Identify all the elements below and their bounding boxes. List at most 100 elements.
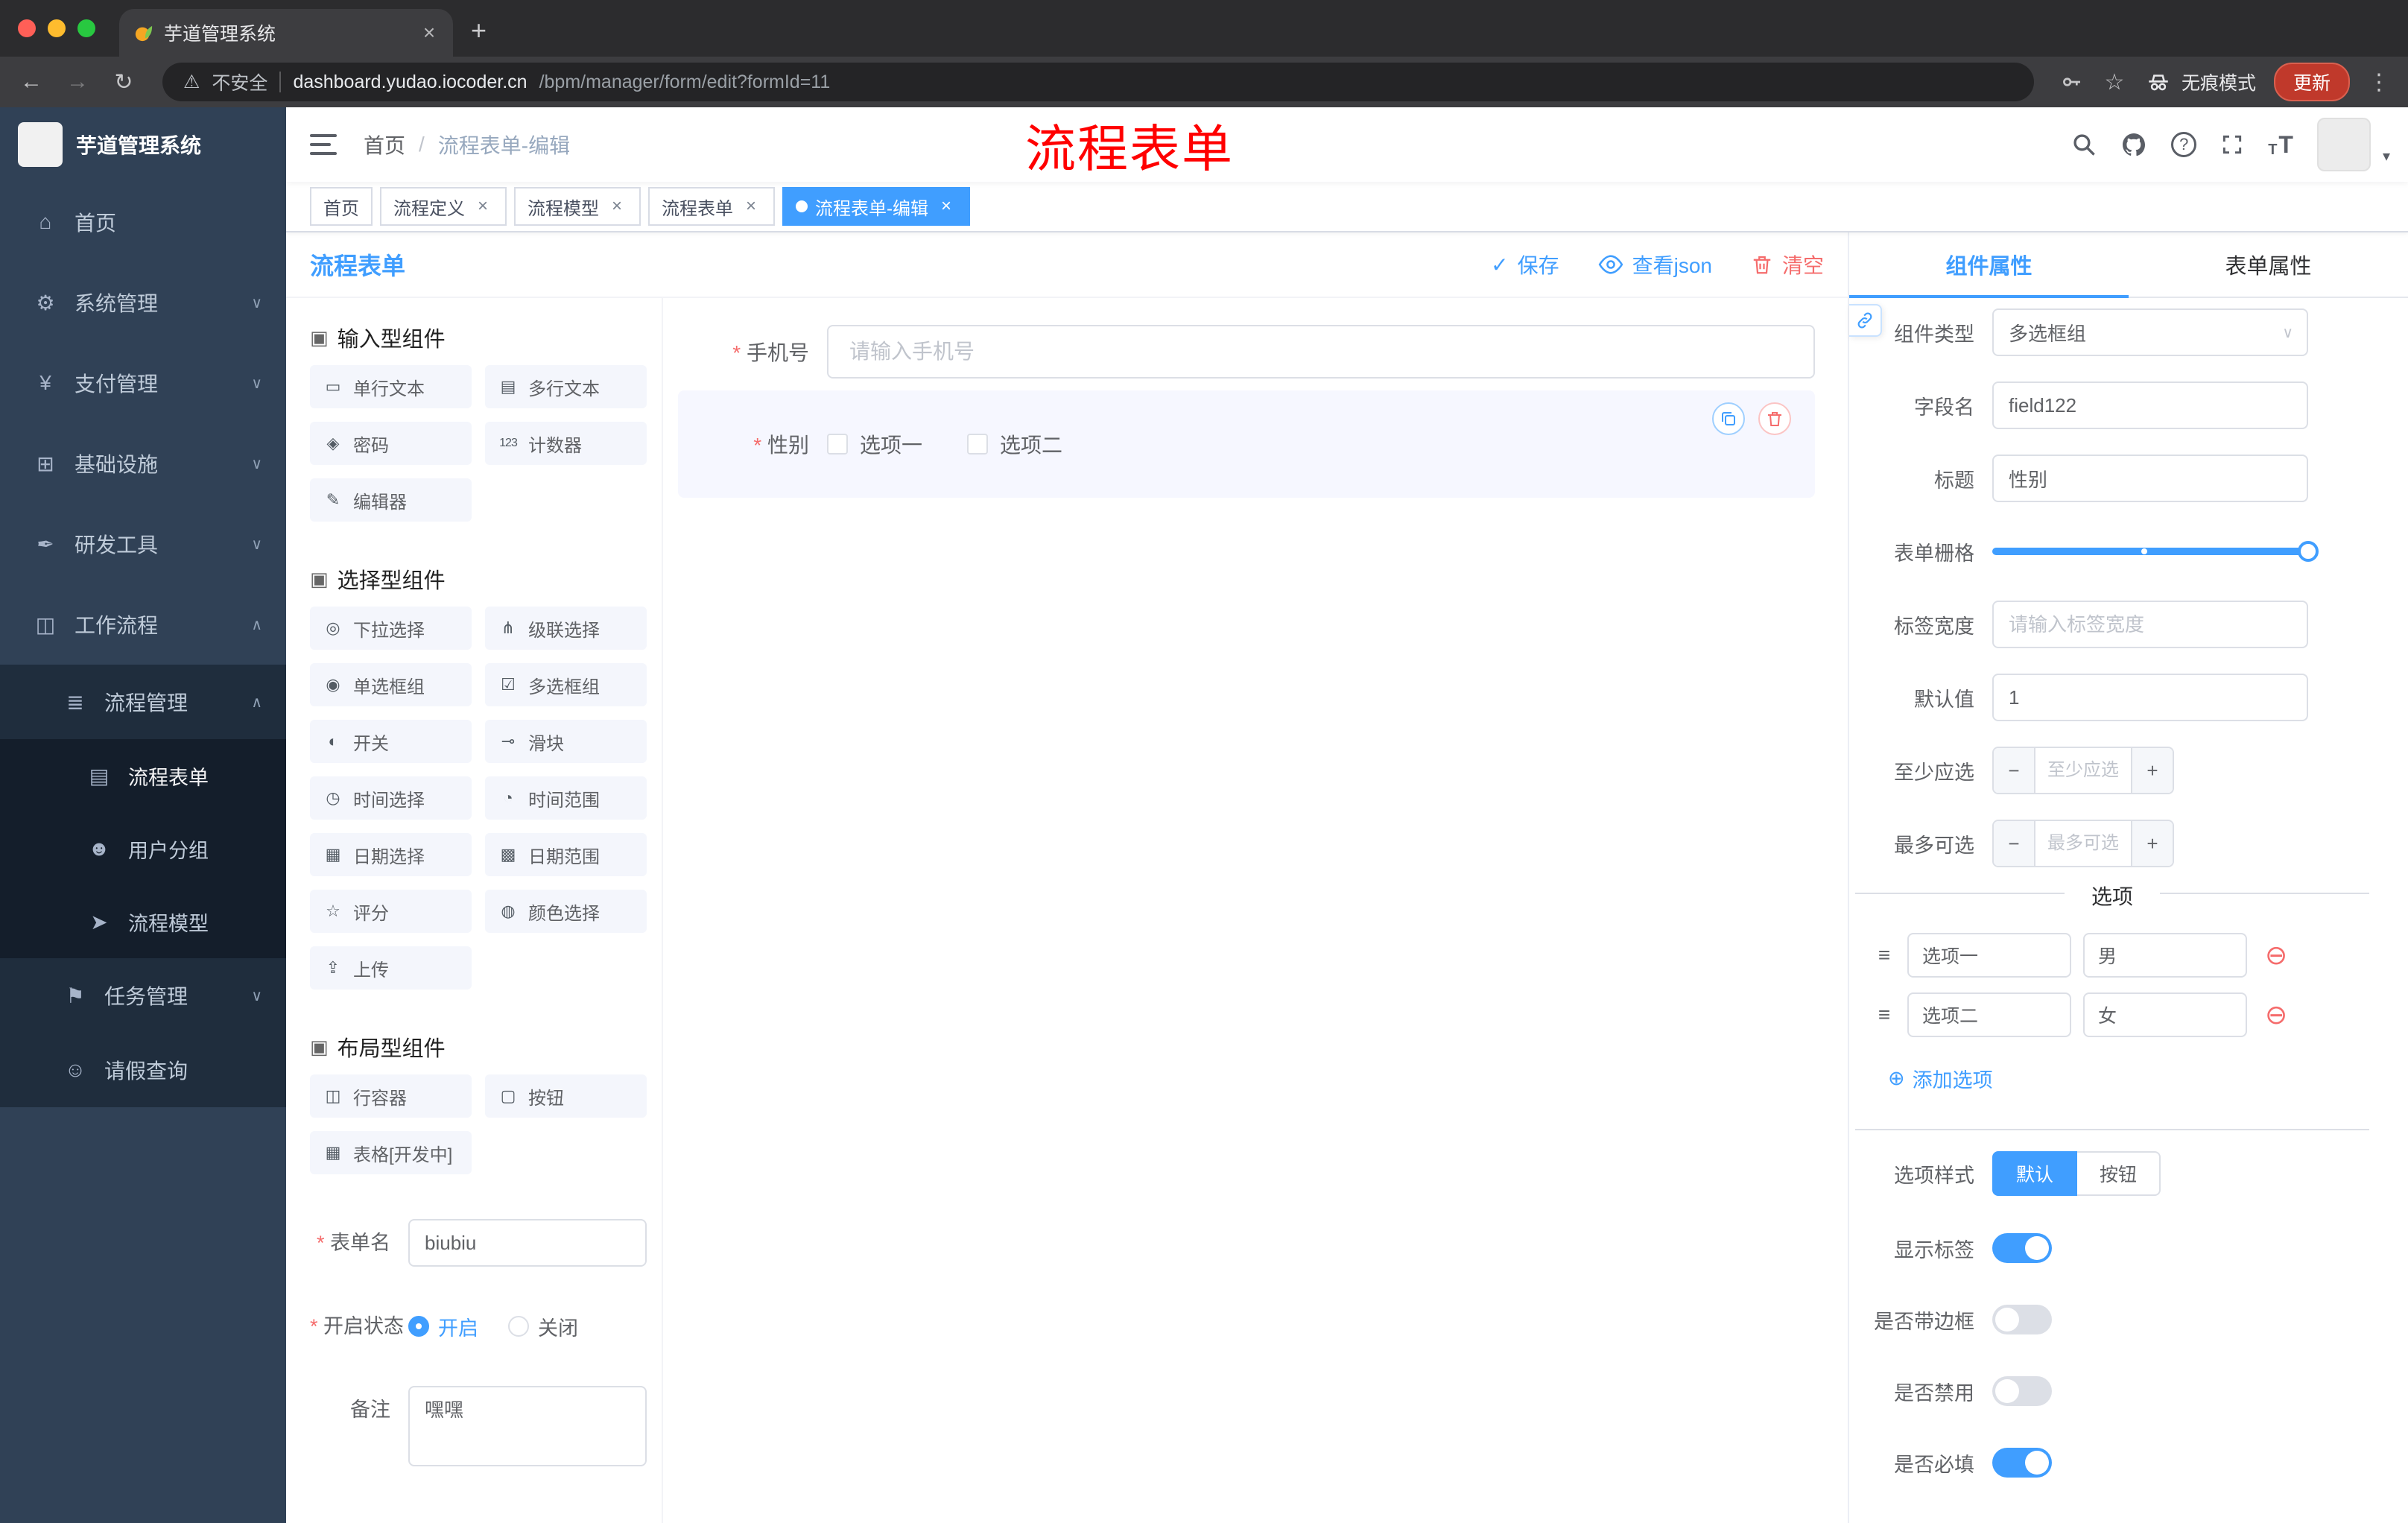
palette-item-date-picker[interactable]: ▦ 日期选择 [310, 833, 472, 876]
remove-option-button[interactable]: ⊖ [2265, 1001, 2287, 1028]
sidebar-item-user-groups[interactable]: ☻ 用户分组 [0, 812, 286, 885]
palette-item-switch[interactable]: ◐ 开关 [310, 720, 472, 763]
font-size-icon[interactable]: TT [2268, 131, 2293, 159]
form-grid-slider[interactable] [1992, 528, 2319, 575]
form-canvas[interactable]: 手机号 [663, 298, 1848, 1523]
save-button[interactable]: ✓ 保存 [1491, 250, 1559, 279]
palette-item-table[interactable]: ▦ 表格[开发中] [310, 1131, 472, 1174]
palette-item-button[interactable]: ▢ 按钮 [485, 1074, 647, 1118]
phone-field-input[interactable] [827, 325, 1815, 379]
tab-component-props[interactable]: 组件属性 [1849, 232, 2129, 298]
bookmark-star-icon[interactable]: ☆ [2101, 69, 2128, 95]
drag-handle-icon[interactable]: ≡ [1873, 943, 1895, 967]
palette-item-date-range[interactable]: ▩ 日期范围 [485, 833, 647, 876]
drag-handle-icon[interactable]: ≡ [1873, 1003, 1895, 1027]
required-switch[interactable] [1992, 1448, 2052, 1478]
label-width-input[interactable] [1992, 601, 2308, 648]
tag-close-icon[interactable]: × [936, 196, 957, 217]
palette-item-cascader[interactable]: ⋔ 级联选择 [485, 607, 647, 650]
option2-label-input[interactable] [1907, 992, 2071, 1037]
tag-close-icon[interactable]: × [472, 196, 493, 217]
component-type-select[interactable]: 多选框组 ∨ [1992, 308, 2308, 356]
field-name-input[interactable] [1992, 381, 2308, 429]
tag-process-form-edit[interactable]: 流程表单-编辑 × [782, 187, 970, 226]
gender-field-selected[interactable]: 性别 选项一 选项二 [678, 390, 1815, 498]
fullscreen-icon[interactable] [2220, 133, 2244, 156]
palette-item-slider[interactable]: ⊸ 滑块 [485, 720, 647, 763]
style-default-button[interactable]: 默认 [1992, 1151, 2078, 1196]
status-off-radio[interactable]: 关闭 [508, 1312, 578, 1341]
window-close-button[interactable] [18, 19, 36, 37]
palette-item-checkbox-group[interactable]: ☑ 多选框组 [485, 663, 647, 706]
sidebar-item-infrastructure[interactable]: ⊞ 基础设施 ∨ [0, 423, 286, 504]
palette-item-single-text[interactable]: ▭ 单行文本 [310, 365, 472, 408]
palette-item-time-picker[interactable]: ◷ 时间选择 [310, 776, 472, 820]
decrease-button[interactable]: − [1994, 748, 2035, 793]
help-icon[interactable]: ? [2171, 132, 2197, 157]
palette-item-select[interactable]: ◎ 下拉选择 [310, 607, 472, 650]
browser-update-button[interactable]: 更新 [2273, 63, 2350, 101]
sidebar-item-payment[interactable]: ¥ 支付管理 ∨ [0, 343, 286, 423]
link-icon[interactable] [1849, 304, 1882, 337]
sidebar-item-system[interactable]: ⚙ 系统管理 ∨ [0, 262, 286, 343]
tag-close-icon[interactable]: × [606, 196, 627, 217]
palette-item-password[interactable]: ◈ 密码 [310, 422, 472, 465]
delete-component-button[interactable] [1758, 402, 1791, 435]
show-label-switch[interactable] [1992, 1233, 2052, 1263]
slider-handle[interactable] [2298, 541, 2319, 562]
forward-icon[interactable]: → [64, 69, 91, 95]
sidebar-item-workflow[interactable]: ◫ 工作流程 ∧ [0, 584, 286, 665]
palette-item-rate[interactable]: ☆ 评分 [310, 890, 472, 933]
increase-button[interactable]: + [2131, 821, 2173, 866]
avatar-caret-icon[interactable]: ▾ [2383, 147, 2390, 171]
clear-button[interactable]: 清空 [1751, 250, 1824, 279]
remove-option-button[interactable]: ⊖ [2265, 942, 2287, 969]
window-minimize-button[interactable] [48, 19, 66, 37]
breadcrumb-home[interactable]: 首页 [364, 130, 405, 159]
gender-option2-checkbox[interactable]: 选项二 [967, 429, 1062, 459]
form-name-input[interactable] [408, 1219, 647, 1267]
palette-item-color-picker[interactable]: ◍ 颜色选择 [485, 890, 647, 933]
option2-value-input[interactable] [2083, 992, 2247, 1037]
min-select-input[interactable] [2035, 748, 2131, 793]
palette-item-time-range[interactable]: ◔ 时间范围 [485, 776, 647, 820]
border-switch[interactable] [1992, 1305, 2052, 1334]
title-input[interactable] [1992, 455, 2308, 502]
hamburger-icon[interactable] [286, 134, 361, 155]
palette-item-multi-text[interactable]: ▤ 多行文本 [485, 365, 647, 408]
palette-item-row-container[interactable]: ◫ 行容器 [310, 1074, 472, 1118]
search-icon[interactable] [2071, 132, 2097, 157]
new-tab-button[interactable]: + [471, 15, 487, 46]
tag-process-form[interactable]: 流程表单 × [648, 187, 775, 226]
add-option-button[interactable]: ⊕ 添加选项 [1888, 1064, 1993, 1093]
palette-item-upload[interactable]: ⇪ 上传 [310, 946, 472, 990]
palette-item-counter[interactable]: 123 计数器 [485, 422, 647, 465]
tag-close-icon[interactable]: × [741, 196, 761, 217]
tag-home[interactable]: 首页 [310, 187, 373, 226]
default-value-input[interactable] [1992, 674, 2308, 721]
copy-component-button[interactable] [1712, 402, 1745, 435]
status-on-radio[interactable]: 开启 [408, 1312, 478, 1341]
reload-icon[interactable]: ↻ [110, 69, 137, 95]
avatar[interactable] [2316, 118, 2371, 171]
sidebar-item-process-model[interactable]: ➤ 流程模型 [0, 885, 286, 958]
github-icon[interactable] [2120, 131, 2147, 158]
disabled-switch[interactable] [1992, 1376, 2052, 1406]
sidebar-item-process-management[interactable]: ≣ 流程管理 ∧ [0, 665, 286, 739]
tab-form-props[interactable]: 表单属性 [2129, 232, 2408, 297]
sidebar-item-task-management[interactable]: ⚑ 任务管理 ∨ [0, 958, 286, 1033]
sidebar-item-home[interactable]: ⌂ 首页 [0, 182, 286, 262]
sidebar-item-leave-query[interactable]: ☺ 请假查询 [0, 1033, 286, 1107]
max-select-input[interactable] [2035, 821, 2131, 866]
password-key-icon[interactable] [2059, 70, 2083, 94]
back-icon[interactable]: ← [18, 69, 45, 95]
form-remark-textarea[interactable]: 嘿嘿 [408, 1386, 647, 1466]
browser-tab[interactable]: 芋道管理系统 × [119, 9, 453, 57]
sidebar-item-process-form[interactable]: ▤ 流程表单 [0, 739, 286, 812]
option1-label-input[interactable] [1907, 933, 2071, 978]
security-label[interactable]: 不安全 [212, 69, 267, 95]
sidebar-item-devtools[interactable]: ✒ 研发工具 ∨ [0, 504, 286, 584]
palette-item-editor[interactable]: ✎ 编辑器 [310, 478, 472, 522]
gender-option1-checkbox[interactable]: 选项一 [827, 429, 922, 459]
phone-field-row[interactable]: 手机号 [678, 325, 1815, 379]
